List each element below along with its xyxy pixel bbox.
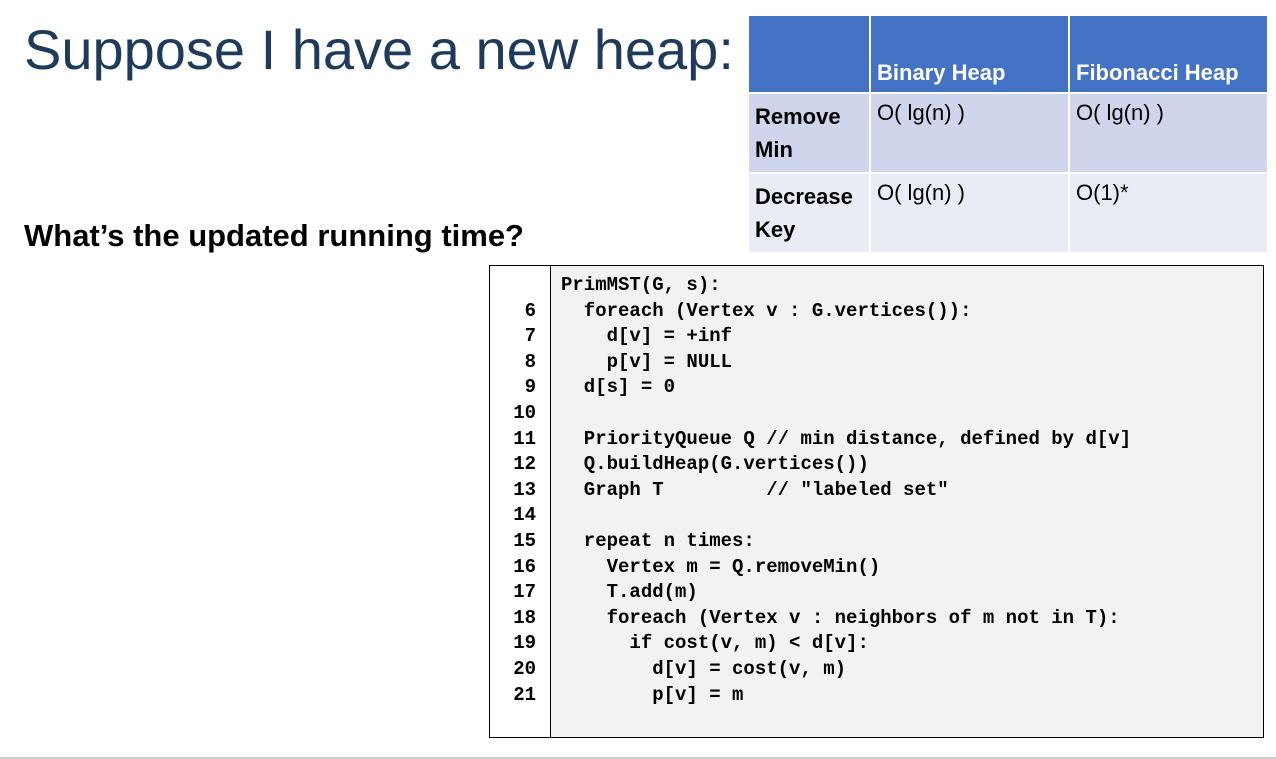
slide-title: Suppose I have a new heap: xyxy=(24,18,734,81)
code-text: if cost(v, m) < d[v]: xyxy=(561,632,869,655)
cell-binary-remove-min: O( lg(n) ) xyxy=(869,92,1070,174)
line-number: 18 xyxy=(513,606,536,629)
line-number: 6 xyxy=(524,299,536,322)
code-text: PrimMST(G, s): xyxy=(561,274,721,296)
code-text: foreach (Vertex v : G.vertices()): xyxy=(561,299,972,322)
line-number: 21 xyxy=(513,683,536,706)
code-text: Graph T // "labeled set" xyxy=(561,478,949,501)
line-number: 19 xyxy=(513,632,536,655)
line-number: 11 xyxy=(513,427,536,450)
table-header-row: Binary Heap Fibonacci Heap xyxy=(747,14,1269,94)
code-text: d[s] = 0 xyxy=(561,376,676,399)
code-text: d[v] = cost(v, m) xyxy=(561,658,847,680)
line-number: 14 xyxy=(513,504,536,527)
table-header-corner xyxy=(747,14,871,94)
slide-subtitle: What’s the updated running time? xyxy=(24,218,524,253)
line-number: 7 xyxy=(524,325,536,348)
code-text: foreach (Vertex v : neighbors of m not i… xyxy=(561,606,1120,629)
cell-binary-decrease-key: O( lg(n) ) xyxy=(869,172,1070,254)
code-text: d[v] = +inf xyxy=(561,325,733,348)
heap-comparison-table: Binary Heap Fibonacci Heap Remove Min O(… xyxy=(747,14,1269,254)
code-block: PrimMST(G, s): 6 foreach (Vertex v : G.ve… xyxy=(489,265,1264,738)
table-header-binary-heap: Binary Heap xyxy=(869,14,1070,94)
line-number: 13 xyxy=(513,478,536,501)
line-number: 8 xyxy=(524,350,536,373)
cell-fibonacci-remove-min: O( lg(n) ) xyxy=(1068,92,1269,174)
row-label-remove-min: Remove Min xyxy=(747,92,871,174)
line-number: 15 xyxy=(513,530,536,552)
code-text: Vertex m = Q.removeMin() xyxy=(561,555,881,578)
line-number: 17 xyxy=(513,581,536,604)
table-row: Decrease Key O( lg(n) ) O(1)* xyxy=(747,172,1269,254)
code-text: T.add(m) xyxy=(561,581,698,604)
cell-fibonacci-decrease-key: O(1)* xyxy=(1068,172,1269,254)
code-text: Q.buildHeap(G.vertices()) xyxy=(561,453,869,476)
line-number: 12 xyxy=(513,453,536,476)
line-number: 9 xyxy=(524,376,536,399)
table-row: Remove Min O( lg(n) ) O( lg(n) ) xyxy=(747,92,1269,174)
code-text: repeat n times: xyxy=(561,530,755,552)
line-number: 20 xyxy=(513,658,536,680)
row-label-decrease-key: Decrease Key xyxy=(747,172,871,254)
code-text: p[v] = NULL xyxy=(561,350,733,373)
table-header-fibonacci-heap: Fibonacci Heap xyxy=(1068,14,1269,94)
code-text: p[v] = m xyxy=(561,683,744,706)
code-text: PriorityQueue Q // min distance, defined… xyxy=(561,427,1132,450)
line-number: 10 xyxy=(513,402,536,424)
line-number: 16 xyxy=(513,555,536,578)
